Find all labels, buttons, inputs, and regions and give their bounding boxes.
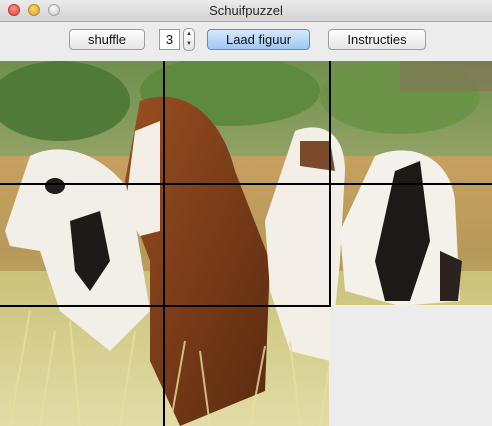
shuffle-button[interactable]: shuffle [69,29,145,50]
window-title: Schuifpuzzel [209,3,283,18]
stepper-down-icon[interactable]: ▼ [184,39,194,50]
puzzle-tile[interactable] [165,185,329,305]
puzzle-tile[interactable] [0,307,163,426]
instructions-button[interactable]: Instructies [328,29,426,50]
grid-line [163,61,165,426]
puzzle-tile[interactable] [165,307,329,426]
load-image-button[interactable]: Laad figuur [207,29,310,50]
grid-size-stepper[interactable]: ▲ ▼ [183,28,195,51]
grid-line [0,305,331,307]
puzzle-board [0,61,492,426]
puzzle-tile[interactable] [165,61,329,183]
title-bar[interactable]: Schuifpuzzel [0,0,492,22]
puzzle-tile[interactable] [331,185,492,305]
puzzle-tile[interactable] [0,61,163,183]
puzzle-tile[interactable] [0,185,163,305]
empty-tile[interactable] [331,307,492,426]
grid-line [0,183,492,185]
puzzle-tile[interactable] [331,61,492,183]
grid-size-field[interactable]: 3 [159,29,180,50]
